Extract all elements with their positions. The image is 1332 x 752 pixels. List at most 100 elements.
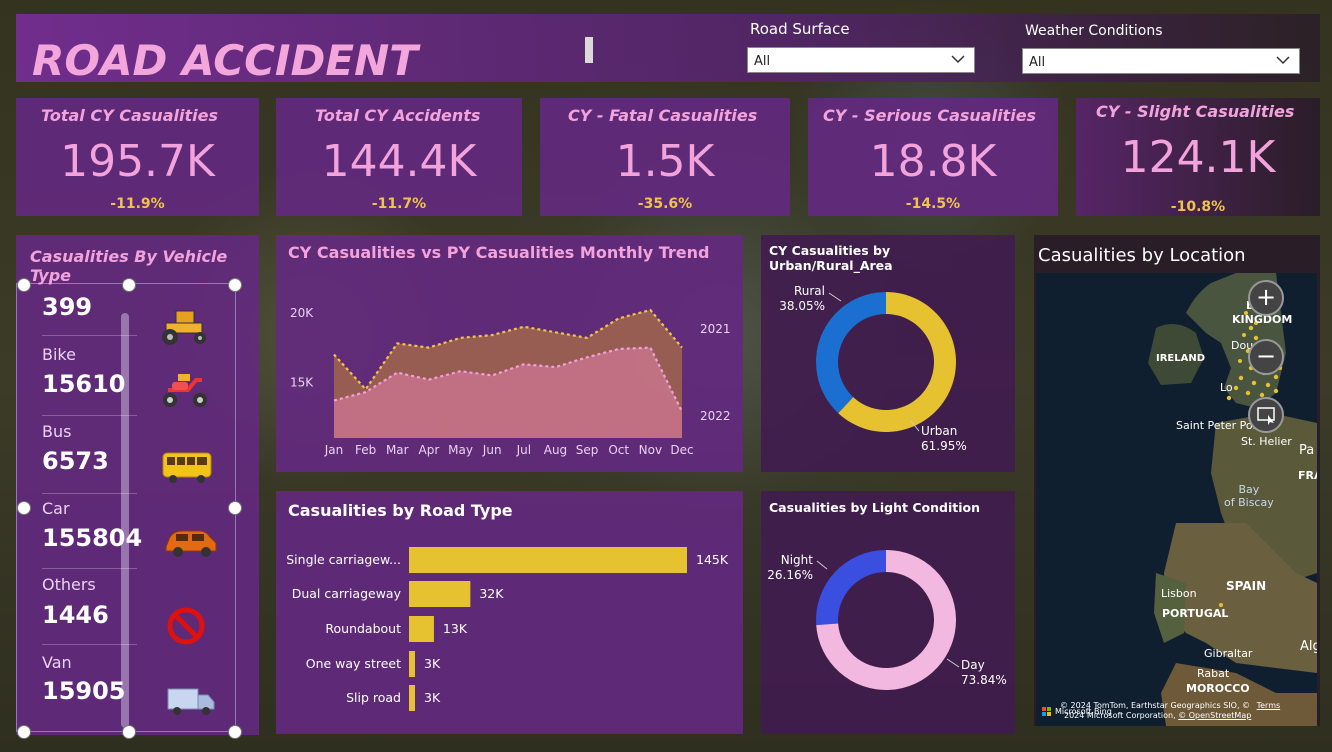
tractor-icon: [162, 310, 206, 345]
kpi-total-accidents: Total CY Accidents 144.4K -11.7%: [276, 98, 522, 216]
select-area-icon: [1257, 407, 1275, 425]
microsoft-logo-icon: [1042, 707, 1052, 717]
leader-line: [946, 658, 960, 668]
divider: [42, 493, 137, 494]
slice-night: [816, 550, 886, 626]
bar-category-label: Single carriagew...: [286, 552, 401, 567]
car-icon: [165, 530, 217, 557]
map-label: Alg: [1300, 639, 1317, 654]
page-title: ROAD ACCIDENT: [32, 36, 418, 85]
zoom-in-icon: +: [1255, 283, 1277, 311]
chevron-down-icon: [951, 55, 965, 64]
resize-handle[interactable]: [17, 278, 31, 292]
x-tick-label: Jan: [324, 443, 344, 457]
map-attribution-2: 2024 Microsoft Corporation, © OpenStreet…: [1064, 711, 1251, 720]
x-tick-label: Oct: [608, 443, 629, 457]
slice-pct: 73.84%: [961, 673, 1007, 687]
truck-icon: [167, 688, 215, 715]
kpi-title: CY - Serious Casualities: [823, 106, 1037, 125]
kpi-title: CY - Slight Casualities: [1096, 102, 1295, 121]
resize-handle[interactable]: [228, 278, 242, 292]
no-entry-icon: [167, 607, 205, 645]
kpi-value: 144.4K: [321, 136, 477, 187]
vehicle-panel-title: Casualities By Vehicle Type: [30, 247, 228, 285]
resize-handle[interactable]: [122, 278, 136, 292]
kpi-delta: -14.5%: [905, 196, 961, 212]
resize-handle[interactable]: [17, 725, 31, 739]
light-condition-panel: Casualities by Light Condition Night 26.1…: [761, 491, 1015, 734]
y-tick-label: 15K: [290, 375, 314, 389]
osm-link[interactable]: © OpenStreetMap: [1178, 711, 1251, 720]
road-surface-dropdown[interactable]: All: [747, 47, 975, 73]
bar-value-label: 145K: [696, 552, 729, 567]
resize-handle[interactable]: [122, 725, 136, 739]
zoom-out-icon: −: [1255, 342, 1277, 370]
attribution-text: 2024 Microsoft Corporation,: [1064, 711, 1176, 720]
series-label: 2021: [700, 322, 731, 336]
vehicle-label: Van: [42, 653, 72, 672]
vehicle-label: Bike: [42, 345, 76, 364]
vehicle-value: 15610: [42, 370, 126, 398]
resize-handle[interactable]: [228, 725, 242, 739]
x-tick-label: Jul: [516, 443, 531, 457]
monthly-trend-panel: CY Casualities vs PY Casualities Monthly…: [276, 235, 743, 472]
bar-category-label: Roundabout: [325, 621, 401, 636]
vehicle-label: Car: [42, 499, 70, 518]
zoom-out-button[interactable]: −: [1248, 339, 1284, 375]
kpi-title: Total CY Casualities: [41, 106, 218, 125]
kpi-total-casualties: Total CY Casualities 195.7K -11.9%: [16, 98, 259, 216]
terms-link[interactable]: Terms: [1257, 701, 1281, 710]
map-label: SPAIN: [1226, 579, 1267, 593]
map-canvas[interactable]: IRELAND ED KINGDOM Dougla Lo Saint Peter…: [1036, 273, 1317, 726]
resize-handle[interactable]: [17, 501, 31, 515]
kpi-title: Total CY Accidents: [315, 106, 481, 125]
weather-conditions-dropdown[interactable]: All: [1022, 48, 1300, 74]
vehicle-value: 399: [42, 293, 93, 321]
vehicle-value: 6573: [42, 447, 109, 475]
map-label: Saint Peter Por: [1176, 419, 1258, 432]
x-tick-label: Mar: [386, 443, 409, 457]
bar-value-label: 32K: [479, 586, 504, 601]
leader-line: [816, 560, 828, 570]
divider: [42, 644, 137, 645]
kpi-slight-casualties: CY - Slight Casualities 124.1K -10.8%: [1076, 98, 1320, 216]
text-cursor: [585, 37, 593, 63]
x-tick-label: Aug: [544, 443, 567, 457]
slice-name: Rural: [794, 284, 825, 298]
divider: [42, 568, 137, 569]
resize-handle[interactable]: [228, 501, 242, 515]
scooter-icon: [163, 374, 207, 407]
map-label: MOROCCO: [1186, 682, 1250, 695]
series-label: 2022: [700, 409, 731, 423]
vehicle-value: 155804: [42, 524, 143, 552]
x-tick-label: Jun: [482, 443, 502, 457]
header-bar: ROAD ACCIDENT Road Surface All Weather C…: [16, 14, 1320, 85]
bar-value-label: 3K: [424, 690, 441, 705]
slice-pct: 38.05%: [779, 299, 825, 313]
kpi-value: 18.8K: [869, 136, 997, 187]
bar: [409, 685, 415, 711]
road-surface-value: All: [754, 54, 771, 69]
kpi-delta: -35.6%: [637, 196, 693, 212]
map-label: Lisbon: [1161, 587, 1197, 600]
kpi-fatal-casualties: CY - Fatal Casualities 1.5K -35.6%: [540, 98, 790, 216]
kpi-delta: -11.9%: [110, 196, 165, 212]
zoom-in-button[interactable]: +: [1248, 280, 1284, 316]
bar: [409, 616, 434, 642]
map-label: St. Helier: [1241, 435, 1292, 448]
x-tick-label: Sep: [576, 443, 599, 457]
bar-category-label: Slip road: [346, 690, 401, 705]
attribution-text: © 2024 TomTom, Earthstar Geographics SIO…: [1060, 701, 1251, 710]
road-type-panel: Casualities by Road Type Single carriage…: [276, 491, 743, 734]
slice-name: Night: [781, 553, 814, 567]
vehicle-value: 1446: [42, 601, 109, 629]
trend-chart: Jan Feb Mar Apr May Jun Jul Aug Sep Oct Nov Dec 20K 1…: [290, 306, 731, 457]
selection-tool-button[interactable]: [1248, 397, 1284, 433]
x-tick-label: Feb: [355, 443, 376, 457]
slice-rural: [816, 292, 886, 414]
kpi-delta: -10.8%: [1170, 199, 1226, 215]
map-label: Gibraltar: [1204, 647, 1253, 660]
kpi-delta: -11.7%: [371, 196, 427, 212]
vehicle-type-panel: Casualities By Vehicle Type 399 Bike 156…: [16, 235, 259, 735]
map-label: Pa: [1299, 443, 1315, 458]
